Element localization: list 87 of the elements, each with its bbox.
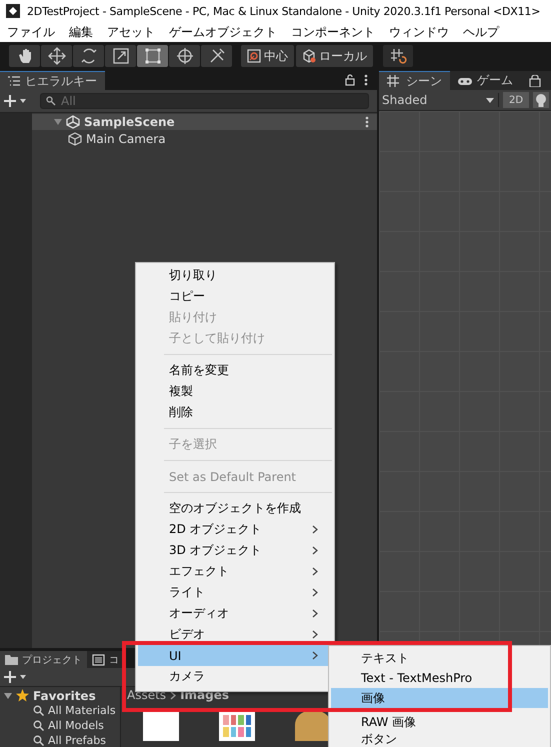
panel-tab[interactable]: プロジェクト [0,651,87,668]
light-bulb-icon[interactable] [533,92,549,108]
favorite-item[interactable]: All Materials [48,704,116,717]
tool-button[interactable] [137,45,168,67]
menu-item[interactable]: ボタン [331,731,548,747]
shading-dropdown[interactable]: Shaded [382,93,499,107]
cube-icon [302,49,316,63]
grid-snap-icon [389,47,407,65]
search-icon [33,735,44,746]
lock-icon[interactable] [345,74,355,86]
menu-item[interactable]: ビデオ [138,624,332,645]
unity-scene-icon [66,115,80,129]
menu-item[interactable]: 画像 [331,688,548,708]
toggle-button[interactable]: ローカル [296,45,373,67]
cube-icon [68,132,82,146]
grid-icon [387,75,401,87]
bag-icon [529,74,543,86]
breadcrumb-item[interactable]: Assets [127,688,166,702]
menu-item[interactable]: 切り取り [138,265,332,286]
kebab-menu-icon[interactable] [365,116,369,128]
favorite-item[interactable]: All Prefabs [48,734,106,747]
star-icon [16,689,29,702]
search-icon [33,705,44,716]
chevron-right-icon [170,690,176,700]
hierarchy-tab[interactable]: ヒエラルキー [0,71,105,90]
menu-item[interactable]: ヘルプ [463,24,499,40]
tool-button[interactable] [9,45,40,67]
add-dropdown-icon[interactable] [4,94,28,108]
grid-snap-button[interactable] [383,45,413,67]
transform-icon [176,47,194,65]
add-dropdown-icon[interactable] [4,670,28,684]
expand-triangle-icon[interactable] [54,118,62,126]
scene-row[interactable]: SampleScene [32,114,377,130]
favorites-label[interactable]: Favorites [33,688,96,702]
kebab-menu-icon[interactable] [364,74,368,86]
search-icon [46,96,56,106]
scene-name: SampleScene [84,115,175,129]
image-thumbnail[interactable] [219,711,255,741]
toggle-button[interactable]: 中心 [241,45,294,67]
pivot-icon [247,49,261,63]
menu-item[interactable]: ウィンドウ [389,24,449,40]
rect-tool-icon [144,47,162,65]
list-icon [8,76,20,86]
tool-button[interactable] [201,45,232,67]
tool-button[interactable] [169,45,200,67]
menu-item[interactable]: Text - TextMeshPro [331,668,548,688]
menu-item[interactable]: ファイル [7,24,55,40]
window-title: 2DTestProject - SampleScene - PC, Mac & Linux Standalone - Unity 2020.3.1f1 Personal <DX11> [27,4,540,18]
menu-item[interactable]: カメラ [138,666,332,687]
panel-tab[interactable]: ゲーム [450,71,521,90]
menu-item[interactable]: コンポーネント [291,24,375,40]
move-arrows-icon [48,47,66,65]
tool-button[interactable] [105,45,136,67]
menu-item[interactable]: ライト [138,582,332,603]
favorite-item[interactable]: All Models [48,719,104,732]
menu-item[interactable]: 空のオブジェクトを作成 [138,498,332,519]
panel-tab[interactable]: コ [87,651,124,668]
menu-item[interactable]: 編集 [69,24,93,40]
caret-icon [486,98,494,102]
mode-button[interactable]: 2D [503,92,529,108]
menu-item[interactable]: 3D オブジェクト [138,540,332,561]
folder-icon [5,654,19,666]
image-thumbnail[interactable] [143,711,179,741]
menu-item[interactable]: 複製 [138,381,332,402]
tree-item[interactable]: Main Camera [86,132,166,146]
panel-tab[interactable]: シーン [379,71,450,90]
rotate-icon [80,47,98,65]
tool-button[interactable] [41,45,72,67]
menu-item[interactable]: テキスト [331,648,548,668]
menu-item[interactable]: RAW 画像 [331,714,548,731]
breadcrumb-item[interactable]: Images [180,688,229,702]
tool-button[interactable] [73,45,104,67]
list-icon [92,654,106,666]
menu-item[interactable]: エフェクト [138,561,332,582]
menu-item[interactable]: 削除 [138,402,332,423]
search-icon [33,720,44,731]
expand-triangle-icon[interactable] [4,692,12,700]
menu-item[interactable]: オーディオ [138,603,332,624]
search-field[interactable]: All [40,93,369,109]
menu-item[interactable]: ゲームオブジェクト [169,24,277,40]
menu-item[interactable]: 名前を変更 [138,360,332,381]
unity-logo-icon [6,4,20,18]
menu-item[interactable]: コピー [138,286,332,307]
menu-item[interactable]: アセット [107,24,155,40]
menu-item[interactable]: 2D オブジェクト [138,519,332,540]
scale-icon [112,47,130,65]
panel-tab[interactable] [521,71,551,90]
